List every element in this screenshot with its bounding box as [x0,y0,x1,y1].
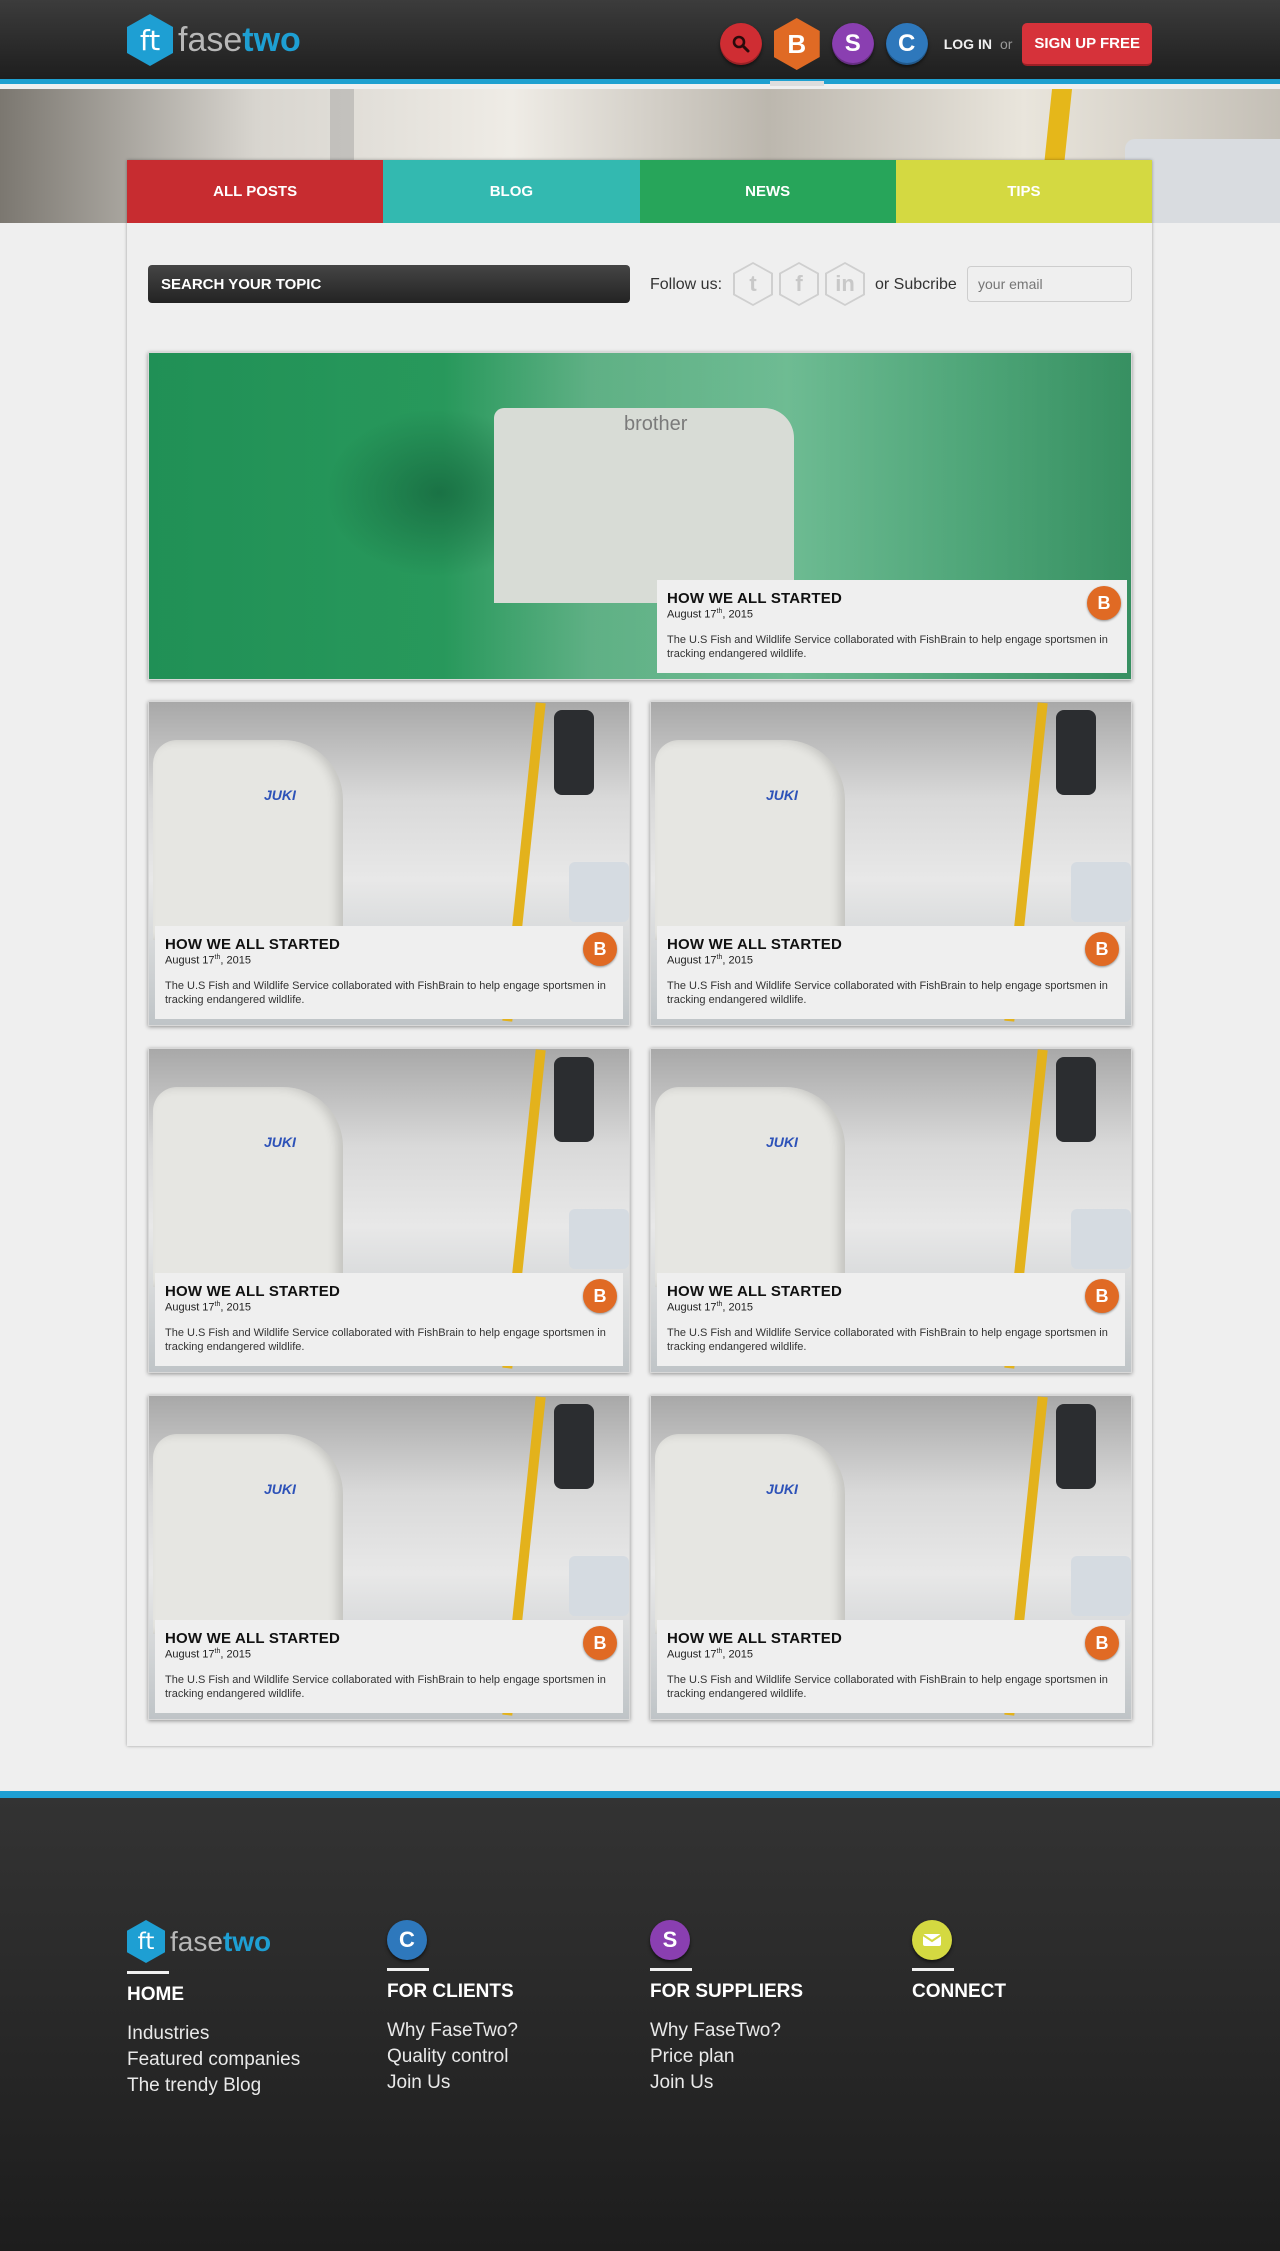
footer-link[interactable]: Join Us [650,2070,803,2096]
post-title[interactable]: HOW WE ALL STARTED [165,1630,613,1647]
post-title[interactable]: HOW WE ALL STARTED [667,936,1115,953]
blog-badge[interactable]: B [1085,1626,1119,1660]
feature-post-card[interactable]: brother HOW WE ALL STARTED August 17th, … [148,352,1132,680]
footer-col-connect: CONNECT [912,1920,1006,2003]
post-date: August 17th, 2015 [667,954,753,967]
suppliers-icon: S [650,1920,690,1960]
post-excerpt: The U.S Fish and Wildlife Service collab… [667,979,1108,1006]
suppliers-badge-button[interactable]: S [831,23,874,65]
tab-all-posts[interactable]: ALL POSTS [127,160,384,223]
footer-heading: HOME [127,1984,184,2005]
post-caption: HOW WE ALL STARTED August 17th, 2015 The… [657,926,1125,1019]
post-card[interactable]: JUKI HOW WE ALL STARTED August 17th, 201… [650,701,1132,1026]
tab-tips[interactable]: TIPS [895,160,1152,223]
logo-wordmark: fasetwo [178,20,301,59]
follow-label: Follow us: [650,276,723,293]
top-header: ft fasetwo B S C LOG IN or SIGN UP FREE [0,0,1280,86]
footer-link[interactable]: Featured companies [127,2047,300,2073]
post-excerpt: The U.S Fish and Wildlife Service collab… [667,633,1108,660]
post-date: August 17th, 2015 [165,954,251,967]
header-actions: B S C LOG IN or SIGN UP FREE [708,18,1152,86]
post-date: August 17th, 2015 [667,608,753,621]
post-card[interactable]: JUKI HOW WE ALL STARTED August 17th, 201… [148,1048,630,1373]
footer-link[interactable]: The trendy Blog [127,2073,300,2099]
footer-col-clients: C FOR CLIENTS Why FaseTwo? Quality contr… [387,1920,518,2096]
footer-heading: FOR SUPPLIERS [650,1981,804,2002]
post-caption: HOW WE ALL STARTED August 17th, 2015 The… [657,580,1127,673]
footer-heading: FOR CLIENTS [387,1981,514,2002]
blog-badge[interactable]: B [1085,932,1119,966]
post-caption: HOW WE ALL STARTED August 17th, 2015 The… [155,926,623,1019]
subscribe-label: or Subcribe [875,276,957,293]
active-indicator [769,81,824,86]
post-caption: HOW WE ALL STARTED August 17th, 2015 The… [155,1273,623,1366]
post-date: August 17th, 2015 [165,1301,251,1314]
footer-link[interactable]: Quality control [387,2044,518,2070]
blog-badge[interactable]: B [583,1279,617,1313]
post-excerpt: The U.S Fish and Wildlife Service collab… [667,1326,1108,1353]
blog-badge[interactable]: B [583,932,617,966]
post-card[interactable]: JUKI HOW WE ALL STARTED August 17th, 201… [650,1048,1132,1373]
blog-badge[interactable]: B [1087,586,1121,620]
clients-icon: C [387,1920,427,1960]
post-caption: HOW WE ALL STARTED August 17th, 2015 The… [155,1620,623,1713]
footer-link[interactable]: Why FaseTwo? [387,2018,518,2044]
email-field[interactable] [967,266,1132,302]
divider [650,1968,692,1971]
footer-link[interactable]: Why FaseTwo? [650,2018,803,2044]
footer-logo[interactable]: ft fasetwo [127,1920,300,1963]
blog-badge[interactable]: B [1085,1279,1119,1313]
clients-badge-button[interactable]: C [885,23,928,65]
blog-section-button[interactable]: B [769,18,824,86]
post-date: August 17th, 2015 [667,1301,753,1314]
post-caption: HOW WE ALL STARTED August 17th, 2015 The… [657,1620,1125,1713]
footer-link[interactable]: Price plan [650,2044,803,2070]
login-link[interactable]: LOG IN [944,36,992,52]
divider [387,1968,429,1971]
search-button[interactable] [719,23,762,65]
footer-col-suppliers: S FOR SUPPLIERS Why FaseTwo? Price plan … [650,1920,803,2096]
post-title[interactable]: HOW WE ALL STARTED [165,1283,613,1300]
post-excerpt: The U.S Fish and Wildlife Service collab… [165,1326,606,1353]
logo-mark: ft [127,14,173,66]
search-icon [732,35,750,53]
post-excerpt: The U.S Fish and Wildlife Service collab… [165,1673,606,1700]
topic-search-input[interactable]: SEARCH YOUR TOPIC [148,265,630,303]
tab-news[interactable]: NEWS [639,160,896,223]
blog-badge[interactable]: B [583,1626,617,1660]
divider [127,1971,169,1974]
footer-heading: CONNECT [912,1981,1006,2002]
or-text: or [999,36,1013,52]
post-date: August 17th, 2015 [667,1648,753,1661]
post-title[interactable]: HOW WE ALL STARTED [667,1630,1115,1647]
post-excerpt: The U.S Fish and Wildlife Service collab… [667,1673,1108,1700]
signup-button[interactable]: SIGN UP FREE [1022,22,1152,66]
post-title[interactable]: HOW WE ALL STARTED [165,936,613,953]
footer-link[interactable]: Industries [127,2021,300,2047]
post-card[interactable]: JUKI HOW WE ALL STARTED August 17th, 201… [148,1395,630,1720]
post-title[interactable]: HOW WE ALL STARTED [667,590,1117,607]
tab-blog[interactable]: BLOG [383,160,640,223]
footer-link[interactable]: Join Us [387,2070,518,2096]
footer-col-home: ft fasetwo HOME Industries Featured comp… [127,1920,300,2099]
post-card[interactable]: JUKI HOW WE ALL STARTED August 17th, 201… [148,701,630,1026]
post-caption: HOW WE ALL STARTED August 17th, 2015 The… [657,1273,1125,1366]
post-date: August 17th, 2015 [165,1648,251,1661]
category-tabs: ALL POSTS BLOG NEWS TIPS [127,160,1152,223]
post-excerpt: The U.S Fish and Wildlife Service collab… [165,979,606,1006]
post-card[interactable]: JUKI HOW WE ALL STARTED August 17th, 201… [650,1395,1132,1720]
brand-logo[interactable]: ft fasetwo [127,14,301,66]
blog-badge: B [773,18,820,70]
envelope-icon[interactable] [912,1920,952,1960]
post-title[interactable]: HOW WE ALL STARTED [667,1283,1115,1300]
divider [912,1968,954,1971]
